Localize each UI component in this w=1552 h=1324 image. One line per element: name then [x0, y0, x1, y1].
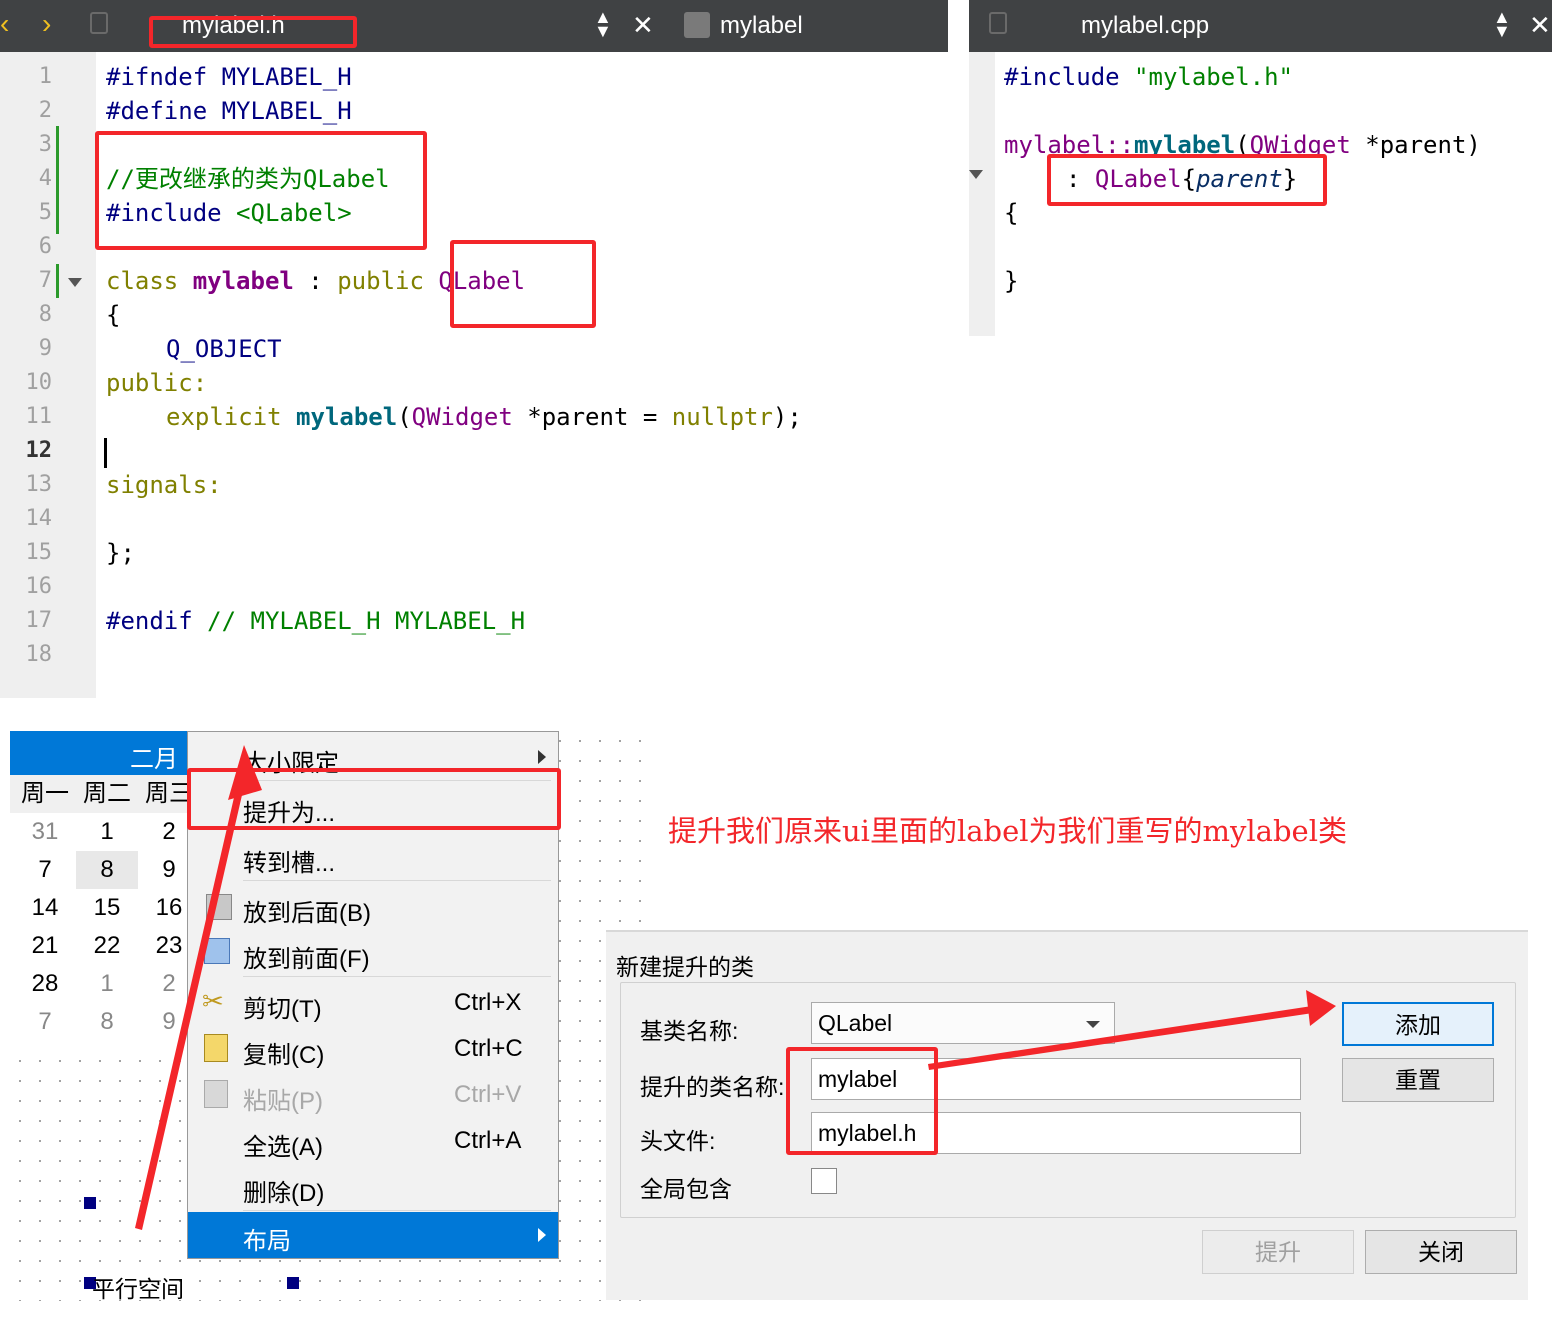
arrow-to-promote: [135, 767, 248, 1230]
arrowhead-add: [1306, 990, 1336, 1026]
arrow-to-add-button: [928, 1006, 1313, 1070]
annotation-arrows: [135, 745, 1336, 1230]
arrowhead-promote: [228, 745, 262, 800]
